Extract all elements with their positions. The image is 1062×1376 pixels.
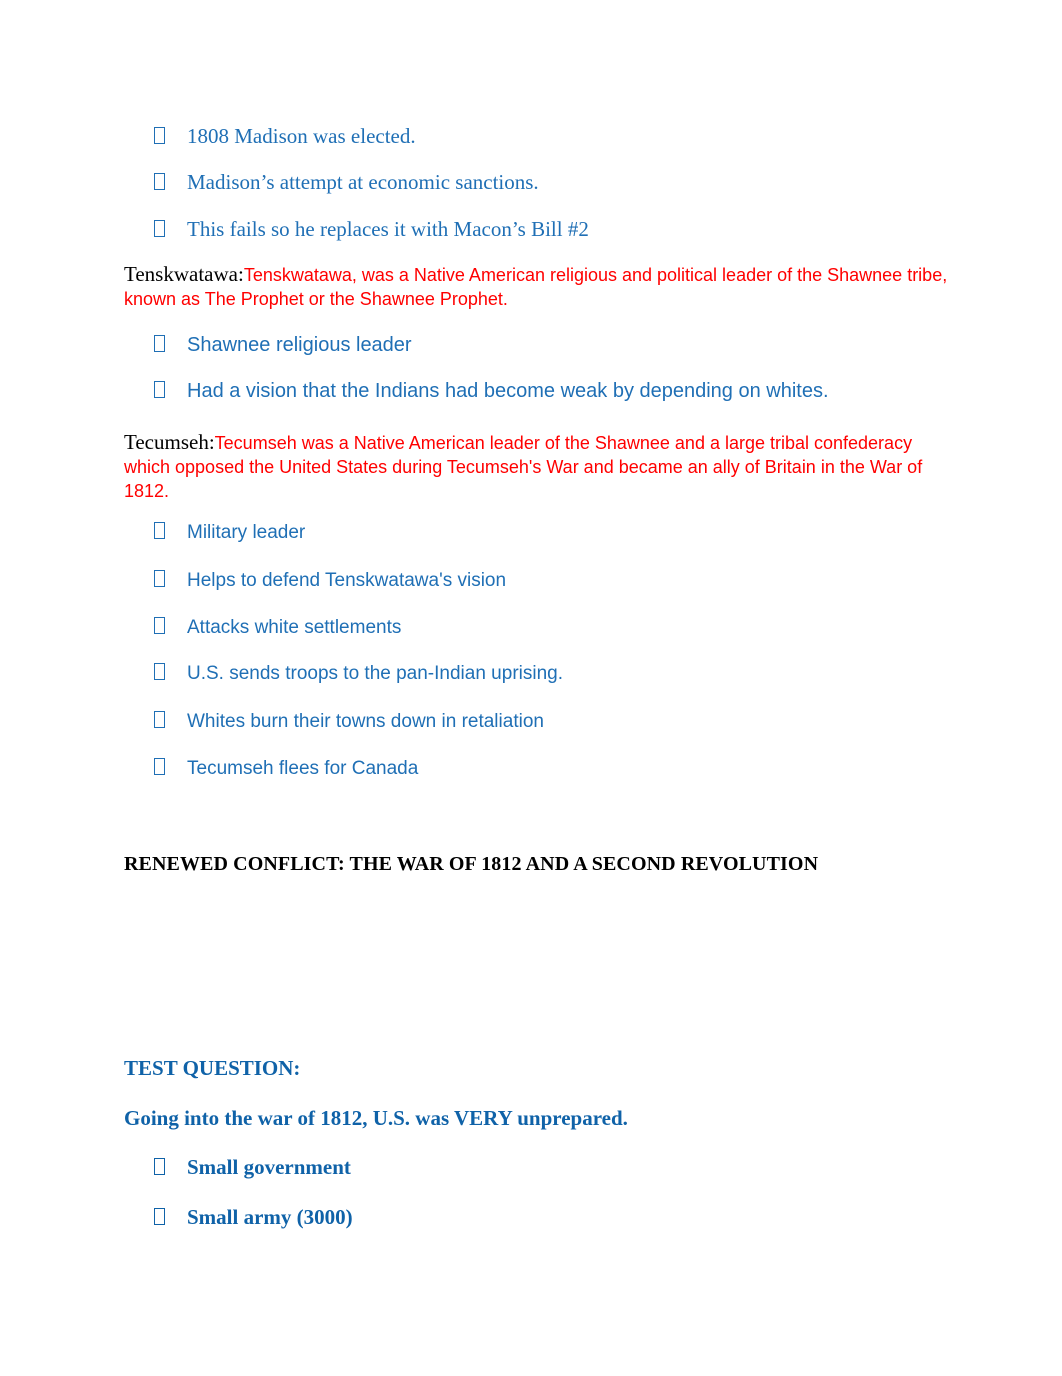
- list-item-label: Had a vision that the Indians had become…: [187, 380, 829, 402]
- list-item: Whites burn their towns down in retaliat…: [124, 710, 544, 733]
- tofu-box-bullet-icon: [154, 127, 165, 144]
- test-question-label: TEST QUESTION:: [124, 1056, 301, 1080]
- list-item-label: Small army (3000): [187, 1205, 353, 1229]
- tofu-box-bullet-icon: [154, 522, 165, 539]
- list-item-label: U.S. sends troops to the pan-Indian upri…: [187, 663, 564, 684]
- list-item-label: Madison’s attempt at economic sanctions.: [187, 170, 539, 194]
- list-item-label: Whites burn their towns down in retaliat…: [187, 711, 544, 732]
- tenskwatawa-term: Tenskwatawa:: [124, 262, 244, 286]
- list-item: Tecumseh flees for Canada: [124, 757, 418, 780]
- list-item-label: Shawnee religious leader: [187, 334, 412, 356]
- tenskwatawa-definition-text: Tenskwatawa, was a Native American relig…: [124, 265, 948, 309]
- list-item-label: This fails so he replaces it with Macon’…: [187, 217, 589, 241]
- tecumseh-term: Tecumseh:: [124, 430, 215, 454]
- list-item-label: Helps to defend Tenskwatawa's vision: [187, 570, 507, 591]
- list-item: Helps to defend Tenskwatawa's vision: [124, 569, 506, 592]
- list-item: Small government: [124, 1155, 351, 1180]
- list-item: 1808 Madison was elected.: [124, 124, 416, 149]
- tofu-box-bullet-icon: [154, 570, 165, 587]
- list-item: U.S. sends troops to the pan-Indian upri…: [124, 662, 563, 685]
- test-question-statement: Going into the war of 1812, U.S. was VER…: [124, 1106, 628, 1130]
- list-item-label: Military leader: [187, 522, 306, 543]
- list-item: Madison’s attempt at economic sanctions.: [124, 170, 539, 195]
- tofu-box-bullet-icon: [154, 758, 165, 775]
- list-item: Military leader: [124, 521, 305, 544]
- tenskwatawa-definition-paragraph: Tenskwatawa:Tenskwatawa, was a Native Am…: [124, 263, 948, 312]
- section-heading: RENEWED CONFLICT: THE WAR OF 1812 AND A …: [124, 853, 819, 875]
- list-item: Attacks white settlements: [124, 616, 401, 639]
- list-item-label: 1808 Madison was elected.: [187, 124, 416, 148]
- tofu-box-bullet-icon: [154, 1208, 165, 1225]
- tofu-box-bullet-icon: [154, 335, 165, 352]
- list-item: Shawnee religious leader: [124, 334, 412, 357]
- list-item-label: Tecumseh flees for Canada: [187, 758, 419, 779]
- tofu-box-bullet-icon: [154, 220, 165, 237]
- tofu-box-bullet-icon: [154, 617, 165, 634]
- tecumseh-definition-paragraph: Tecumseh:Tecumseh was a Native American …: [124, 431, 948, 504]
- list-item: This fails so he replaces it with Macon’…: [124, 217, 589, 242]
- list-item: Small army (3000): [124, 1205, 353, 1230]
- tofu-box-bullet-icon: [154, 1158, 165, 1175]
- tecumseh-definition-text: Tecumseh was a Native American leader of…: [124, 433, 923, 501]
- tofu-box-bullet-icon: [154, 711, 165, 728]
- document-page: 1808 Madison was elected. Madison’s atte…: [0, 0, 1062, 1376]
- tofu-box-bullet-icon: [154, 173, 165, 190]
- list-item: Had a vision that the Indians had become…: [124, 380, 829, 403]
- tofu-box-bullet-icon: [154, 381, 165, 398]
- list-item-label: Small government: [187, 1155, 351, 1179]
- tofu-box-bullet-icon: [154, 663, 165, 680]
- list-item-label: Attacks white settlements: [187, 617, 402, 638]
